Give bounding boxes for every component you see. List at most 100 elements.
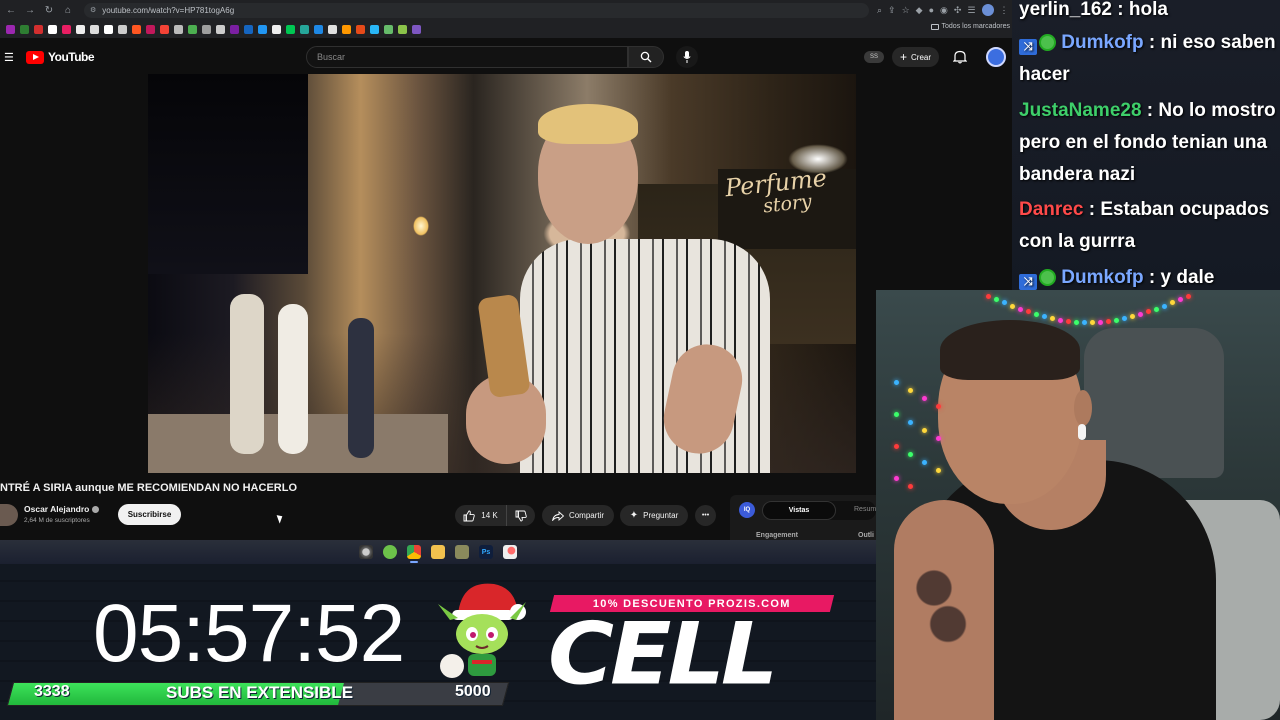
site-info-icon[interactable]: ⚙ — [90, 6, 96, 14]
bookmark-icon[interactable] — [20, 24, 29, 34]
home-icon[interactable]: ⌂ — [60, 2, 76, 18]
notifications-button[interactable] — [952, 49, 968, 69]
bookmark-icon[interactable] — [412, 24, 421, 34]
fairy-light — [1026, 309, 1031, 315]
channel-name[interactable]: Oscar Alejandro — [24, 504, 100, 514]
taskbar-app-icon[interactable] — [359, 545, 373, 559]
bookmark-icon[interactable] — [300, 24, 309, 34]
taskbar-app-icon[interactable] — [383, 545, 397, 559]
tab-resumen[interactable]: Resum — [854, 506, 876, 513]
bookmark-icon[interactable] — [62, 24, 71, 34]
bookmark-icon[interactable] — [216, 24, 225, 34]
ask-button[interactable]: ✦ Preguntar — [620, 505, 688, 526]
bookmark-icon[interactable] — [258, 24, 267, 34]
extension-icon[interactable]: ● — [929, 5, 934, 15]
more-actions-button[interactable]: ••• — [695, 505, 716, 526]
video-player[interactable]: Perfume story — [148, 74, 856, 473]
browser-avatar[interactable] — [981, 4, 994, 16]
photoshop-icon[interactable]: Ps — [479, 545, 493, 559]
fairy-light — [894, 476, 899, 481]
bookmark-icon[interactable] — [76, 24, 85, 34]
chat-message: Danrec : Estaban ocupados con la gurrra — [1019, 199, 1270, 252]
bookmark-icon[interactable] — [174, 24, 183, 34]
bookmark-icon[interactable] — [328, 24, 337, 34]
search-box: Buscar — [306, 46, 664, 68]
share-button[interactable]: Compartir — [542, 505, 614, 526]
bookmark-icon[interactable] — [370, 24, 379, 34]
channel-avatar[interactable] — [0, 504, 18, 526]
back-icon[interactable]: ← — [3, 2, 19, 18]
bookmark-icon[interactable] — [244, 24, 253, 34]
chat-message: yerlin_162 : hola — [1019, 0, 1168, 20]
bookmark-icon[interactable] — [90, 24, 99, 34]
emote-badge-icon — [1039, 269, 1056, 286]
ss-badge[interactable]: SS — [864, 51, 884, 63]
fairy-light — [908, 484, 913, 489]
iq-logo[interactable]: IQ — [739, 502, 755, 518]
share-icon — [552, 510, 564, 521]
webcam-streamer-tattoo — [906, 540, 976, 660]
like-button[interactable]: 14 K — [455, 505, 507, 526]
extensions-puzzle-icon[interactable]: ✣ — [954, 5, 962, 16]
taskbar-app-icon[interactable] — [503, 545, 517, 559]
video-frame-pedestrian — [278, 304, 308, 454]
bookmark-icon[interactable] — [342, 24, 351, 34]
bookmark-icon[interactable] — [104, 24, 113, 34]
bookmark-icon[interactable] — [272, 24, 281, 34]
all-bookmarks[interactable]: Todos los marcadores — [930, 23, 1010, 30]
fairy-light — [894, 444, 899, 449]
bookmark-icon[interactable] — [398, 24, 407, 34]
folder-icon[interactable] — [431, 545, 445, 559]
share-page-icon[interactable]: ⇪ — [888, 5, 896, 16]
subscribe-button[interactable]: Suscribirse — [118, 504, 181, 525]
youtube-logo[interactable]: YouTube — [26, 50, 95, 64]
search-button[interactable] — [628, 46, 664, 68]
webcam-streamer-ear — [1074, 390, 1092, 426]
taskbar-app-icon[interactable] — [455, 545, 469, 559]
video-frame-street-lamp — [413, 216, 429, 236]
bookmark-star-icon[interactable]: ☆ — [902, 5, 910, 16]
bookmark-icon[interactable] — [118, 24, 127, 34]
taskbar: Ps — [0, 540, 876, 564]
chrome-icon[interactable] — [407, 545, 421, 563]
fairy-light — [936, 404, 941, 409]
zoom-icon[interactable]: ⌕ — [877, 5, 882, 16]
bookmark-icon[interactable] — [188, 24, 197, 34]
user-avatar[interactable] — [986, 47, 1006, 67]
mouse-cursor-icon — [276, 513, 285, 524]
bookmark-icon[interactable] — [132, 24, 141, 34]
bookmark-icon[interactable] — [314, 24, 323, 34]
chat-message: JustaName28 : No lo mostro pero en el fo… — [1019, 100, 1276, 185]
subscriber-badge-icon: ⤨ — [1019, 39, 1037, 55]
share-label: Compartir — [568, 511, 605, 520]
subscriber-count: 2,64 M de suscriptores — [24, 517, 90, 524]
video-frame-presenter-hair — [538, 104, 638, 144]
chat-message: ⤨ Dumkofp : ni eso saben hacer — [1019, 32, 1276, 85]
reload-icon[interactable]: ↻ — [41, 2, 57, 18]
toolbar-icons: ⌕ ⇪ ☆ ◆ ● ◉ ✣ ☰ ⋮ — [877, 4, 1009, 16]
bookmark-icon[interactable] — [34, 24, 43, 34]
bookmark-icon[interactable] — [48, 24, 57, 34]
bookmark-icon[interactable] — [146, 24, 155, 34]
bookmark-icon[interactable] — [6, 24, 15, 34]
menu-icon[interactable]: ⋮ — [1000, 5, 1009, 16]
bookmark-icon[interactable] — [356, 24, 365, 34]
tab-vistas[interactable]: Vistas — [762, 501, 836, 520]
youtube-header: ☰ YouTube Buscar SS + Crear — [0, 38, 1012, 76]
bookmark-icon[interactable] — [202, 24, 211, 34]
bookmark-icon[interactable] — [230, 24, 239, 34]
omnibox[interactable]: ⚙ youtube.com/watch?v=HP781togA6g — [84, 2, 869, 18]
dislike-button[interactable] — [507, 510, 535, 522]
forward-icon[interactable]: → — [22, 2, 38, 18]
search-input[interactable]: Buscar — [306, 46, 628, 68]
extension-icon[interactable]: ◉ — [940, 5, 948, 16]
like-count: 14 K — [481, 511, 498, 520]
create-button[interactable]: + Crear — [892, 47, 940, 67]
bookmark-icon[interactable] — [286, 24, 295, 34]
extension-icon[interactable]: ◆ — [916, 5, 923, 16]
bookmark-icon[interactable] — [384, 24, 393, 34]
menu-hamburger-icon[interactable]: ☰ — [4, 51, 14, 64]
profile-icon[interactable]: ☰ — [967, 5, 975, 16]
voice-search-button[interactable] — [676, 46, 698, 68]
bookmark-icon[interactable] — [160, 24, 169, 34]
